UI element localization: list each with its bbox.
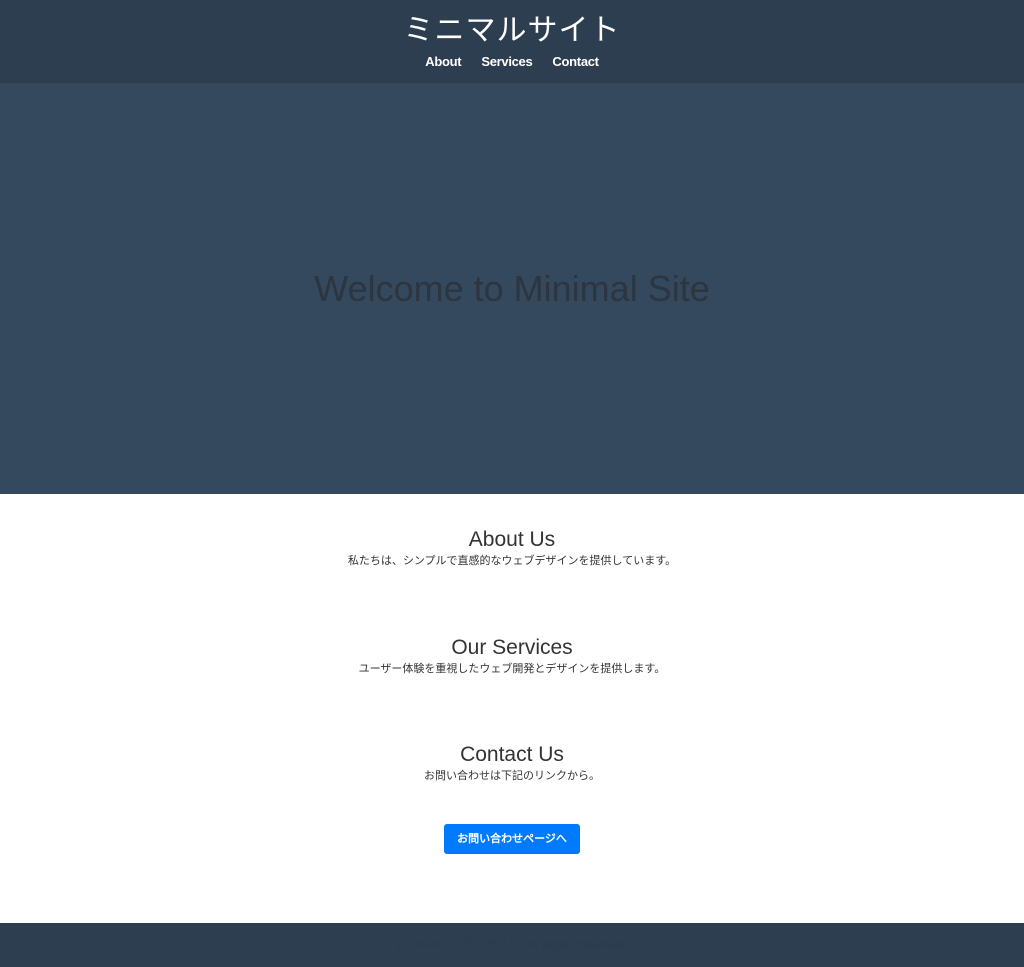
contact-page-button[interactable]: お問い合わせページへ	[444, 824, 580, 854]
services-heading: Our Services	[451, 636, 573, 659]
services-text: ユーザー体験を重視したウェブ開発とデザインを提供します。	[358, 662, 666, 675]
about-text: 私たちは、シンプルで直感的なウェブデザインを提供しています。	[347, 554, 677, 567]
contact-heading: Contact Us	[460, 743, 564, 766]
hero-section: Welcome to Minimal Site	[0, 83, 1024, 494]
nav-link-contact[interactable]: Contact	[552, 53, 599, 71]
contact-section: Contact Us お問い合わせは下記のリンクから。	[0, 742, 1024, 784]
main-nav: About Services Contact	[0, 53, 1024, 71]
footer-copyright: © 2024 ミニマルサイト. All rights reserved.	[394, 938, 629, 951]
services-section: Our Services ユーザー体験を重視したウェブ開発とデザインを提供します…	[0, 635, 1024, 677]
site-header: ミニマルサイト About Services Contact	[0, 0, 1024, 83]
nav-link-services[interactable]: Services	[481, 53, 532, 71]
site-footer: © 2024 ミニマルサイト. All rights reserved.	[0, 923, 1024, 967]
hero-title: Welcome to Minimal Site	[314, 268, 710, 309]
about-section: About Us 私たちは、シンプルで直感的なウェブデザインを提供しています。	[0, 527, 1024, 569]
nav-link-about[interactable]: About	[425, 53, 461, 71]
contact-text: お問い合わせは下記のリンクから。	[424, 769, 600, 782]
site-title: ミニマルサイト	[403, 13, 621, 48]
about-heading: About Us	[468, 528, 556, 551]
